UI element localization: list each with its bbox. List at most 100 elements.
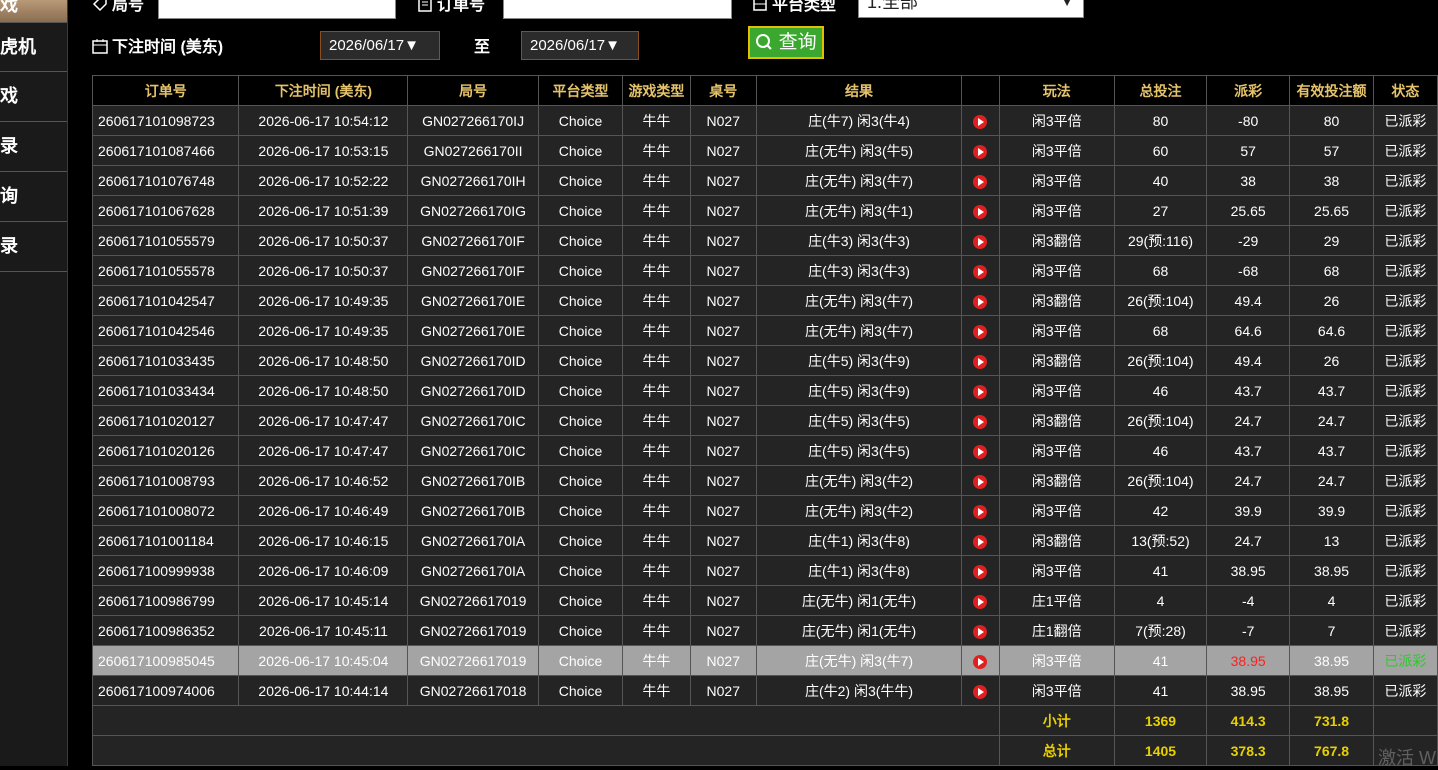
date-to-picker[interactable]: 2026/06/17▼ bbox=[521, 31, 639, 60]
table-row[interactable]: 260617101008793 2026-06-17 10:46:52 GN0272… bbox=[91, 465, 1438, 496]
cell-bet-time: 2026-06-17 10:46:09 bbox=[238, 555, 409, 586]
cell-result: 庄(牛3) 闲3(牛3) bbox=[755, 225, 963, 256]
order-input[interactable] bbox=[503, 0, 732, 19]
cell-status: 已派彩 bbox=[1372, 435, 1438, 466]
play-icon[interactable] bbox=[973, 684, 988, 699]
cell-game-type: 牛牛 bbox=[622, 255, 691, 286]
table-row[interactable]: 260617101067628 2026-06-17 10:51:39 GN0272… bbox=[91, 195, 1438, 226]
table-row[interactable]: 260617101020127 2026-06-17 10:47:47 GN0272… bbox=[91, 405, 1438, 436]
col-game-type[interactable]: 游戏类型 bbox=[622, 75, 691, 106]
sidebar-item-game[interactable]: 戏 bbox=[0, 72, 67, 122]
replay-cell bbox=[961, 345, 1000, 376]
play-icon[interactable] bbox=[973, 114, 988, 129]
col-play-type[interactable]: 玩法 bbox=[998, 75, 1116, 106]
cell-payout: 25.65 bbox=[1205, 195, 1291, 226]
play-icon[interactable] bbox=[973, 174, 988, 189]
col-table-no[interactable]: 桌号 bbox=[689, 75, 757, 106]
table-row[interactable]: 260617101076748 2026-06-17 10:52:22 GN0272… bbox=[91, 165, 1438, 196]
cell-order-no: 260617100985045 bbox=[91, 645, 240, 676]
table-row[interactable]: 260617101042547 2026-06-17 10:49:35 GN0272… bbox=[91, 285, 1438, 316]
play-icon[interactable] bbox=[973, 474, 988, 489]
cell-total-bet: 40 bbox=[1114, 165, 1207, 196]
sidebar-item-slots[interactable]: 虎机 bbox=[0, 23, 67, 72]
cell-table-no: N027 bbox=[689, 255, 757, 286]
cell-result: 庄(牛1) 闲3(牛8) bbox=[755, 555, 963, 586]
table-row[interactable]: 260617101098723 2026-06-17 10:54:12 GN0272… bbox=[91, 105, 1438, 136]
round-input[interactable] bbox=[158, 0, 396, 19]
col-valid-bet[interactable]: 有效投注额 bbox=[1289, 75, 1374, 106]
sidebar-item-query[interactable]: 询 bbox=[0, 172, 67, 222]
table-row[interactable]: 260617101055578 2026-06-17 10:50:37 GN0272… bbox=[91, 255, 1438, 286]
play-icon[interactable] bbox=[973, 444, 988, 459]
col-round-no[interactable]: 局号 bbox=[407, 75, 539, 106]
table-row[interactable]: 260617101055579 2026-06-17 10:50:37 GN0272… bbox=[91, 225, 1438, 256]
play-icon[interactable] bbox=[973, 414, 988, 429]
table-row[interactable]: 260617101033434 2026-06-17 10:48:50 GN0272… bbox=[91, 375, 1438, 406]
document-icon bbox=[417, 0, 433, 12]
cell-platform: Choice bbox=[537, 105, 624, 136]
platform-select[interactable]: 1.全部 ▼ bbox=[858, 0, 1084, 18]
cell-valid-bet: 68 bbox=[1289, 255, 1374, 286]
col-result[interactable]: 结果 bbox=[755, 75, 963, 106]
play-icon[interactable] bbox=[973, 144, 988, 159]
cell-game-type: 牛牛 bbox=[622, 405, 691, 436]
cell-bet-time: 2026-06-17 10:46:49 bbox=[238, 495, 409, 526]
cell-valid-bet: 43.7 bbox=[1289, 375, 1374, 406]
col-status[interactable]: 状态 bbox=[1372, 75, 1438, 106]
sidebar-item-log[interactable]: 录 bbox=[0, 222, 67, 272]
table-row[interactable]: 260617100999938 2026-06-17 10:46:09 GN0272… bbox=[91, 555, 1438, 586]
play-icon[interactable] bbox=[973, 234, 988, 249]
cell-platform: Choice bbox=[537, 285, 624, 316]
col-payout[interactable]: 派彩 bbox=[1205, 75, 1291, 106]
col-bet-time[interactable]: 下注时间 (美东) bbox=[238, 75, 409, 106]
col-order-no[interactable]: 订单号 bbox=[91, 75, 240, 106]
cell-order-no: 260617101008072 bbox=[91, 495, 240, 526]
date-from-picker[interactable]: 2026/06/17▼ bbox=[320, 31, 440, 60]
table-row[interactable]: 260617101020126 2026-06-17 10:47:47 GN0272… bbox=[91, 435, 1438, 466]
play-icon[interactable] bbox=[973, 654, 988, 669]
cell-total-bet: 41 bbox=[1114, 675, 1207, 706]
cell-play-type: 闲3平倍 bbox=[998, 435, 1116, 466]
play-icon[interactable] bbox=[973, 534, 988, 549]
cell-payout: 57 bbox=[1205, 135, 1291, 166]
table-row[interactable]: 260617100985045 2026-06-17 10:45:04 GN0272… bbox=[91, 645, 1438, 676]
table-row[interactable]: 260617101042546 2026-06-17 10:49:35 GN0272… bbox=[91, 315, 1438, 346]
cell-game-type: 牛牛 bbox=[622, 585, 691, 616]
sidebar-item-games[interactable]: 戏 bbox=[0, 0, 67, 23]
cell-valid-bet: 43.7 bbox=[1289, 435, 1374, 466]
cell-payout: 49.4 bbox=[1205, 285, 1291, 316]
play-icon[interactable] bbox=[973, 324, 988, 339]
play-icon[interactable] bbox=[973, 564, 988, 579]
sidebar-item-label: 录 bbox=[0, 236, 18, 256]
table-row[interactable]: 260617101001184 2026-06-17 10:46:15 GN0272… bbox=[91, 525, 1438, 556]
table-row[interactable]: 260617101033435 2026-06-17 10:48:50 GN0272… bbox=[91, 345, 1438, 376]
play-icon[interactable] bbox=[973, 294, 988, 309]
table-row[interactable]: 260617100986799 2026-06-17 10:45:14 GN0272… bbox=[91, 585, 1438, 616]
table-row[interactable]: 260617100986352 2026-06-17 10:45:11 GN0272… bbox=[91, 615, 1438, 646]
cell-result: 庄(无牛) 闲3(牛7) bbox=[755, 645, 963, 676]
cell-platform: Choice bbox=[537, 165, 624, 196]
table-row[interactable]: 260617101087466 2026-06-17 10:53:15 GN0272… bbox=[91, 135, 1438, 166]
sidebar-item-record[interactable]: 录 bbox=[0, 122, 67, 172]
table-row[interactable]: 260617100974006 2026-06-17 10:44:14 GN0272… bbox=[91, 675, 1438, 706]
play-icon[interactable] bbox=[973, 264, 988, 279]
play-icon[interactable] bbox=[973, 594, 988, 609]
play-icon[interactable] bbox=[973, 354, 988, 369]
play-icon[interactable] bbox=[973, 624, 988, 639]
search-button[interactable]: 查询 bbox=[748, 26, 824, 59]
sidebar-item-label: 戏 bbox=[0, 0, 18, 15]
col-total-bet[interactable]: 总投注 bbox=[1114, 75, 1207, 106]
play-icon[interactable] bbox=[973, 204, 988, 219]
cell-game-type: 牛牛 bbox=[622, 615, 691, 646]
table-row[interactable]: 260617101008072 2026-06-17 10:46:49 GN0272… bbox=[91, 495, 1438, 526]
cell-table-no: N027 bbox=[689, 525, 757, 556]
col-platform[interactable]: 平台类型 bbox=[537, 75, 624, 106]
cell-platform: Choice bbox=[537, 645, 624, 676]
cell-round-no: GN027266170IF bbox=[407, 255, 539, 286]
play-icon[interactable] bbox=[973, 504, 988, 519]
cell-valid-bet: 13 bbox=[1289, 525, 1374, 556]
cell-play-type: 闲3平倍 bbox=[998, 495, 1116, 526]
cell-platform: Choice bbox=[537, 435, 624, 466]
play-icon[interactable] bbox=[973, 384, 988, 399]
cell-result: 庄(牛5) 闲3(牛9) bbox=[755, 345, 963, 376]
